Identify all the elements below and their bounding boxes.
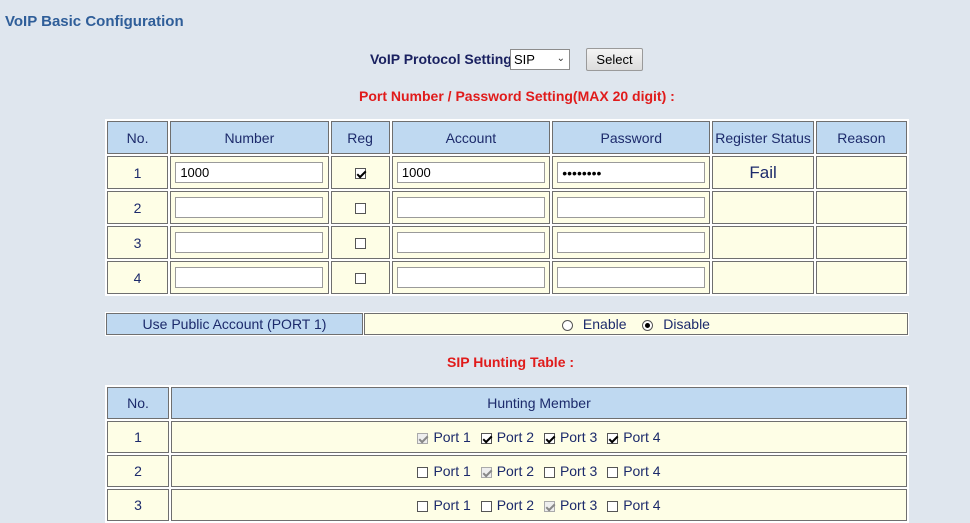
port-4-checkbox[interactable]: [607, 432, 619, 444]
port-table: No. Number Reg Account Password Register…: [105, 119, 909, 296]
header-account: Account: [391, 121, 551, 154]
port-label: Port 3: [559, 463, 598, 479]
port-3-checkbox: [543, 500, 555, 512]
port-label: Port 3: [559, 497, 598, 513]
password-input[interactable]: [557, 232, 706, 253]
port-2-checkbox: [480, 466, 492, 478]
password-input[interactable]: [557, 197, 706, 218]
port-label: Port 4: [623, 429, 661, 445]
hunting-member-cell: Port 1 Port 2 Port 3 Port 4: [171, 489, 907, 521]
port-3-checkbox[interactable]: [543, 466, 555, 478]
port-label: Port 1: [433, 463, 471, 479]
account-input[interactable]: [396, 197, 545, 218]
chevron-down-icon: ⌄: [556, 53, 565, 64]
table-row: 3 Port 1 Port 2 Port 3 Port 4: [107, 489, 907, 521]
hunting-member-cell: Port 1 Port 2 Port 3 Port 4: [171, 421, 907, 453]
reason-cell: [815, 226, 907, 259]
port-label: Port 1: [433, 429, 471, 445]
header-hunting-member: Hunting Member: [171, 387, 907, 419]
register-status: [712, 226, 814, 259]
port-4-checkbox[interactable]: [607, 500, 619, 512]
header-no: No.: [107, 387, 169, 419]
number-input[interactable]: [175, 197, 324, 218]
reg-checkbox[interactable]: [354, 273, 366, 285]
table-row: 2 Port 1 Port 2 Port 3 Port 4: [107, 455, 907, 487]
header-register-status: Register Status: [712, 121, 814, 154]
row-no: 2: [107, 455, 169, 487]
header-no: No.: [107, 121, 169, 154]
port-section-title: Port Number / Password Setting(MAX 20 di…: [359, 88, 675, 104]
port-label: Port 1: [433, 497, 471, 513]
port-2-checkbox[interactable]: [480, 500, 492, 512]
reason-cell: [815, 261, 907, 294]
port-table-header: No. Number Reg Account Password Register…: [107, 121, 907, 154]
reg-checkbox[interactable]: [354, 168, 366, 180]
account-input[interactable]: [396, 267, 545, 288]
password-input[interactable]: [557, 267, 706, 288]
header-reg: Reg: [330, 121, 390, 154]
port-label: Port 3: [559, 429, 598, 445]
row-no: 2: [107, 191, 169, 224]
header-number: Number: [170, 121, 329, 154]
password-input[interactable]: ••••••••: [557, 162, 706, 183]
number-input[interactable]: [175, 232, 324, 253]
public-account-table: Use Public Account (PORT 1) Enable Disab…: [105, 312, 909, 336]
row-no: 3: [107, 226, 169, 259]
hunting-section-title: SIP Hunting Table :: [447, 354, 575, 370]
enable-label: Enable: [582, 316, 627, 332]
header-password: Password: [552, 121, 711, 154]
public-account-label: Use Public Account (PORT 1): [106, 313, 363, 335]
protocol-select[interactable]: SIP ⌄: [510, 49, 570, 70]
row-no: 1: [107, 421, 169, 453]
page-title: VoIP Basic Configuration: [5, 13, 184, 30]
register-status: [712, 261, 814, 294]
number-input[interactable]: [175, 267, 324, 288]
row-no: 4: [107, 261, 169, 294]
port-label: Port 4: [623, 497, 661, 513]
table-row: 2: [107, 191, 907, 224]
table-row: 4: [107, 261, 907, 294]
port-label: Port 2: [496, 429, 535, 445]
account-input[interactable]: 1000: [396, 162, 545, 183]
port-1-checkbox[interactable]: [417, 466, 429, 478]
reg-checkbox[interactable]: [354, 238, 366, 250]
disable-radio[interactable]: [642, 319, 654, 331]
hunting-table: No. Hunting Member 1 Port 1 Port 2 Port …: [105, 385, 909, 523]
port-1-checkbox[interactable]: [417, 500, 429, 512]
table-row: 1 Port 1 Port 2 Port 3 Port 4: [107, 421, 907, 453]
port-label: Port 2: [496, 463, 535, 479]
number-input[interactable]: 1000: [175, 162, 324, 183]
account-input[interactable]: [396, 232, 545, 253]
table-row: 3: [107, 226, 907, 259]
port-3-checkbox[interactable]: [543, 432, 555, 444]
disable-label: Disable: [663, 316, 710, 332]
port-4-checkbox[interactable]: [607, 466, 619, 478]
hunting-member-cell: Port 1 Port 2 Port 3 Port 4: [171, 455, 907, 487]
reason-cell: [815, 156, 907, 189]
reason-cell: [815, 191, 907, 224]
port-label: Port 4: [623, 463, 661, 479]
header-reason: Reason: [815, 121, 907, 154]
register-status: Fail: [712, 156, 814, 189]
reg-checkbox[interactable]: [354, 203, 366, 215]
row-no: 3: [107, 489, 169, 521]
protocol-label: VoIP Protocol Setting: [370, 51, 512, 67]
register-status: [712, 191, 814, 224]
public-account-options: Enable Disable: [364, 313, 908, 335]
port-2-checkbox[interactable]: [480, 432, 492, 444]
enable-radio[interactable]: [562, 319, 574, 331]
port-label: Port 2: [496, 497, 535, 513]
table-row: 1 1000 1000 •••••••• Fail: [107, 156, 907, 189]
port-1-checkbox: [417, 432, 429, 444]
protocol-select-value: SIP: [514, 52, 535, 67]
row-no: 1: [107, 156, 169, 189]
select-button[interactable]: Select: [586, 48, 643, 71]
